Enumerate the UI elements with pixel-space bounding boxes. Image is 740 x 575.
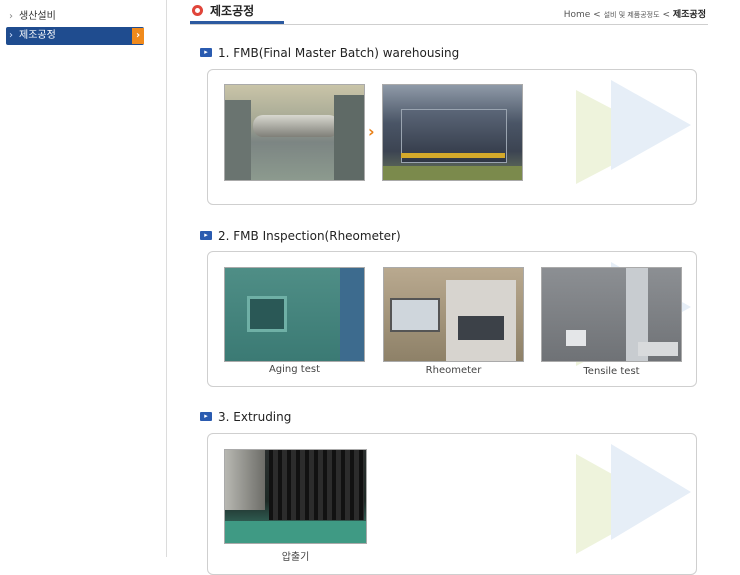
page-title: 제조공정 <box>210 4 255 18</box>
watermark-logo <box>576 80 691 184</box>
breadcrumb-home[interactable]: Home <box>564 10 591 20</box>
breadcrumb-current: 제조공정 <box>672 10 706 20</box>
photo-caption: Tensile test <box>583 366 640 377</box>
breadcrumb-separator: < <box>593 10 601 20</box>
page-header: 제조공정 Home < 설비 및 제품공정도 < 제조공정 <box>190 0 708 25</box>
bullet-arrow-icon: ▸ <box>200 231 212 240</box>
chevron-right-icon: › <box>9 30 13 41</box>
photo-rheometer <box>383 267 524 362</box>
breadcrumb-separator: < <box>662 10 670 20</box>
sidebar-item-production-equipment[interactable]: › 생산설비 <box>6 8 144 26</box>
section-panel: › <box>207 69 697 205</box>
section-title-text: 3. Extruding <box>218 410 292 424</box>
title-underline <box>190 21 284 24</box>
section-title-text: 2. FMB Inspection(Rheometer) <box>218 229 401 243</box>
section-title-text: 1. FMB(Final Master Batch) warehousing <box>218 46 460 60</box>
section-title: ▸ 1. FMB(Final Master Batch) warehousing <box>200 46 459 60</box>
sidebar-item-label: 생산설비 <box>19 11 56 22</box>
section-panel: 압출기 <box>207 433 697 575</box>
photo-tensile-test <box>541 267 682 362</box>
section-panel: Aging test Rheometer Tensile test <box>207 251 697 387</box>
photo-mixing-mill <box>224 84 365 181</box>
section-title: ▸ 2. FMB Inspection(Rheometer) <box>200 229 401 243</box>
photo-caption: Aging test <box>268 364 321 375</box>
bullet-arrow-icon: ▸ <box>200 412 212 421</box>
breadcrumb-category[interactable]: 설비 및 제품공정도 <box>604 11 660 19</box>
photo-extruder <box>224 449 367 544</box>
bullet-icon <box>192 5 203 16</box>
main-content: 제조공정 Home < 설비 및 제품공정도 < 제조공정 ▸ 1. FMB(Fi… <box>190 0 710 575</box>
arrow-right-icon: › <box>368 122 375 141</box>
sidebar: › 생산설비 › 제조공정 › <box>0 0 167 557</box>
photo-wrapped-batch <box>382 84 523 181</box>
photo-caption: Rheometer <box>425 365 482 376</box>
section-title: ▸ 3. Extruding <box>200 410 291 424</box>
arrow-right-icon: › <box>132 28 144 44</box>
bullet-arrow-icon: ▸ <box>200 48 212 57</box>
breadcrumb: Home < 설비 및 제품공정도 < 제조공정 <box>564 7 706 20</box>
photo-aging-test <box>224 267 365 362</box>
photo-caption: 압출기 <box>281 552 310 563</box>
sidebar-item-label: 제조공정 <box>19 30 56 41</box>
sidebar-item-manufacturing-process[interactable]: › 제조공정 › <box>6 27 144 45</box>
watermark-logo <box>576 444 691 554</box>
chevron-right-icon: › <box>9 11 13 22</box>
